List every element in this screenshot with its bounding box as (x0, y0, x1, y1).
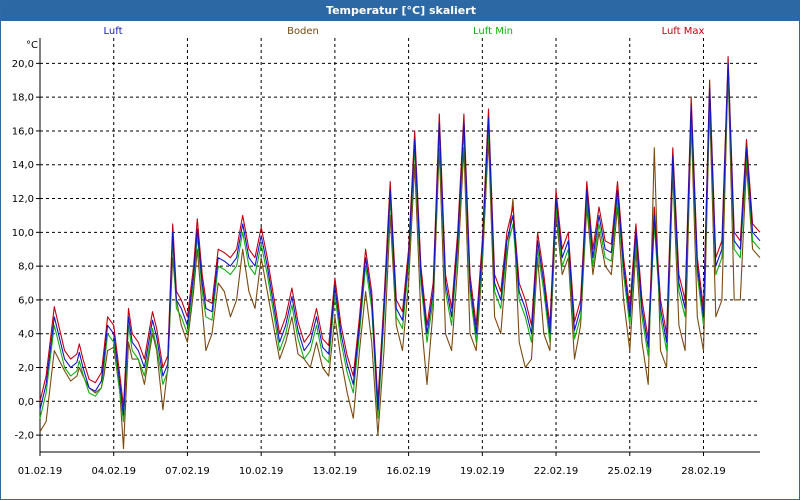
legend-entry: Boden (287, 26, 319, 37)
x-tick-label: 28.02.19 (681, 466, 726, 477)
y-tick-label: 0,0 (18, 397, 34, 408)
y-tick-label: 20,0 (12, 59, 34, 70)
y-tick-label: 8,0 (18, 262, 34, 273)
x-tick-label: 13.02.19 (313, 466, 358, 477)
y-tick-label: 14,0 (12, 160, 34, 171)
x-tick-label: 04.02.19 (91, 466, 136, 477)
y-tick-label: 2,0 (18, 363, 34, 374)
y-tick-label: 12,0 (12, 194, 34, 205)
x-tick-label: 07.02.19 (165, 466, 210, 477)
series-lines (39, 56, 761, 450)
x-tick-label: 22.02.19 (534, 466, 579, 477)
y-axis-unit: °C (26, 40, 38, 51)
x-tick-label: 10.02.19 (239, 466, 284, 477)
y-tick-label: 16,0 (12, 126, 34, 137)
y-tick-label: 4,0 (18, 329, 34, 340)
y-tick-label: 6,0 (18, 295, 34, 306)
legend: Luft Boden Luft Min Luft Max (104, 26, 705, 37)
y-tick-label: 10,0 (12, 228, 34, 239)
legend-entry: Luft (104, 26, 123, 37)
x-tick-label: 01.02.19 (18, 466, 63, 477)
legend-entry: Luft Max (662, 26, 705, 37)
x-tick-label: 25.02.19 (607, 466, 652, 477)
y-tick-label: -2,0 (14, 431, 34, 442)
legend-entry: Luft Min (473, 26, 513, 37)
temperature-chart: -2,0 0,0 2,0 4,0 6,0 8,0 10,0 12,0 14,0 16,0 18,0 2… (12, 26, 761, 477)
y-tick-label: 18,0 (12, 93, 34, 104)
x-tick-label: 19.02.19 (460, 466, 505, 477)
x-tick-label: 16.02.19 (386, 466, 431, 477)
